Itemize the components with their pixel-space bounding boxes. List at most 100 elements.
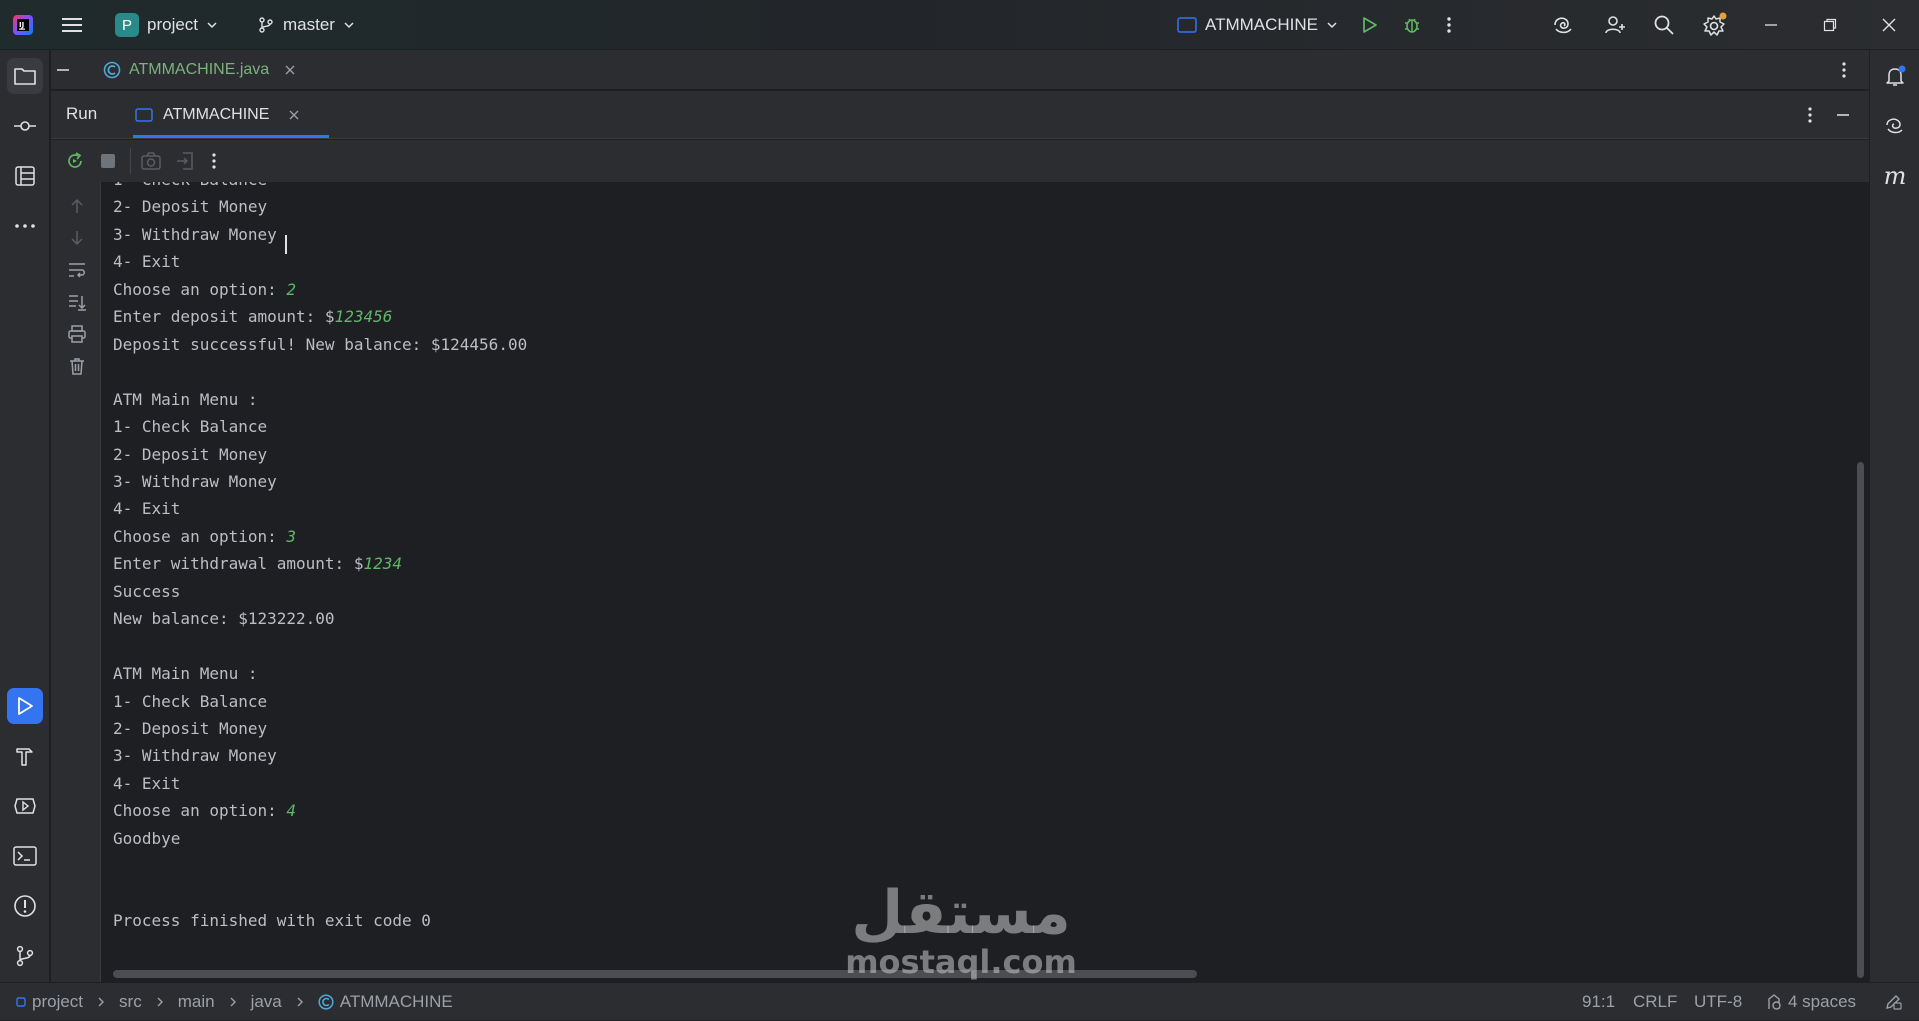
notifications-bell-icon[interactable] — [1877, 58, 1913, 94]
run-panel-header: Run ATMMACHINE — [51, 91, 1869, 139]
caret-position[interactable]: 91:1 — [1582, 983, 1615, 1021]
ai-assistant-icon[interactable] — [1551, 0, 1575, 50]
commit-icon[interactable] — [7, 108, 43, 144]
up-arrow-icon[interactable] — [67, 196, 87, 216]
right-tool-strip: m — [1869, 50, 1919, 982]
more-actions-icon[interactable] — [1446, 0, 1452, 50]
console-user-input: 1234 — [363, 554, 402, 574]
run-button[interactable] — [1359, 0, 1379, 50]
file-encoding[interactable]: UTF-8 — [1694, 983, 1742, 1021]
console-line-text: Deposit successful! New balance: $124456… — [113, 334, 528, 354]
project-name: project — [147, 15, 199, 34]
console-line-text: Choose an option: — [113, 526, 287, 546]
run-toolbar — [51, 140, 1869, 182]
more-tools-icon[interactable] — [7, 208, 43, 244]
project-folder-icon[interactable] — [7, 58, 43, 94]
console-line-text: ATM Main Menu : — [113, 389, 258, 409]
problems-icon[interactable] — [7, 888, 43, 924]
run-tool-icon[interactable] — [7, 688, 43, 724]
run-config-name: ATMMACHINE — [1205, 15, 1319, 34]
console-line: Choose an option: 2 — [113, 276, 296, 303]
console-line-text: 3- Withdraw Money — [113, 746, 277, 766]
run-tab-atmmachine[interactable]: ATMMACHINE — [133, 91, 329, 138]
application-config-icon — [135, 107, 153, 122]
console-line-text: 2- Deposit Money — [113, 197, 268, 217]
clear-trash-icon[interactable] — [67, 356, 87, 376]
console-line: 1- Check Balance — [113, 688, 267, 715]
print-icon[interactable] — [67, 324, 87, 344]
indent-label: 4 spaces — [1788, 992, 1857, 1011]
console-line-text: 1- Check Balance — [113, 691, 268, 711]
chevron-right-icon — [97, 996, 105, 1008]
branch-selector[interactable]: master — [257, 0, 355, 50]
add-user-icon[interactable] — [1603, 0, 1627, 50]
console-line: Deposit successful! New balance: $124456… — [113, 331, 527, 358]
console-user-input: 3 — [286, 526, 297, 546]
indent-setting[interactable]: 4 spaces — [1766, 983, 1856, 1021]
toolbar-more-icon[interactable] — [211, 151, 217, 171]
services-icon[interactable] — [7, 788, 43, 824]
app-logo-icon[interactable]: IJ — [12, 0, 34, 50]
editor-tabs-more-icon[interactable] — [1841, 60, 1847, 80]
chevron-right-icon — [156, 996, 164, 1008]
maven-icon[interactable]: m — [1877, 158, 1913, 194]
breadcrumb-item[interactable]: main — [178, 992, 215, 1012]
rerun-icon[interactable] — [65, 151, 85, 171]
console-output[interactable]: 1- Check Balance 2- Deposit Money 3- Withd… — [101, 182, 1869, 982]
terminal-icon[interactable] — [7, 838, 43, 874]
stop-icon[interactable] — [101, 154, 115, 168]
console-line-text: 1- Check Balance — [113, 182, 267, 189]
vertical-scrollbar-thumb[interactable] — [1857, 462, 1864, 978]
ai-chat-icon[interactable] — [1877, 108, 1913, 144]
line-separator[interactable]: CRLF — [1633, 983, 1677, 1021]
hide-panel-icon[interactable] — [55, 62, 71, 78]
console-user-input: 4 — [286, 801, 297, 821]
console-line: Enter deposit amount: $123456 — [113, 303, 392, 330]
exit-icon[interactable] — [175, 151, 195, 171]
console-line: Choose an option: 3 — [113, 523, 296, 550]
version-control-icon[interactable] — [7, 938, 43, 974]
structure-icon[interactable] — [7, 158, 43, 194]
minimize-window-icon[interactable] — [1764, 0, 1778, 50]
breadcrumb-item[interactable]: ATMMACHINE — [340, 992, 453, 1012]
toolbar-divider — [130, 148, 131, 174]
run-panel-options-icon[interactable] — [1807, 105, 1813, 125]
project-selector[interactable]: P project — [115, 0, 218, 50]
console-line: 3- Withdraw Money — [113, 742, 277, 769]
minimize-panel-icon[interactable] — [1835, 107, 1851, 123]
breadcrumb-item[interactable]: src — [119, 992, 142, 1012]
main-menu-icon[interactable] — [61, 0, 83, 50]
screenshot-camera-icon[interactable] — [140, 151, 162, 171]
status-bar: project src main java ATMMACHINE 91:1 CR… — [0, 982, 1919, 1020]
restore-window-icon[interactable] — [1823, 0, 1837, 50]
left-tool-strip — [0, 50, 50, 982]
breadcrumb-item[interactable]: java — [251, 992, 282, 1012]
console-line-text: 4- Exit — [113, 499, 181, 519]
lock-edit-icon[interactable] — [1884, 983, 1902, 1021]
console-line-text: Process finished with exit code 0 — [113, 911, 431, 931]
close-window-icon[interactable] — [1882, 0, 1896, 50]
editor-tab-label: ATMMACHINE.java — [129, 61, 270, 78]
close-tab-icon[interactable] — [289, 110, 299, 120]
editor-tab-bar: ATMMACHINE.java — [51, 50, 1869, 90]
search-icon[interactable] — [1653, 0, 1675, 50]
chevron-down-icon — [206, 19, 218, 31]
breadcrumb-item[interactable]: project — [32, 992, 83, 1012]
git-branch-icon — [257, 16, 275, 34]
watermark-latin: mostaql.com — [845, 943, 1077, 981]
run-config-selector[interactable]: ATMMACHINE — [1177, 0, 1338, 50]
settings-gear-icon[interactable] — [1702, 0, 1728, 50]
editor-tab-atmmachine[interactable]: ATMMACHINE.java — [103, 50, 295, 90]
text-cursor — [285, 235, 287, 254]
console-line-text: 4- Exit — [113, 773, 181, 793]
down-arrow-icon[interactable] — [67, 228, 87, 248]
console-line: Success — [113, 578, 180, 605]
debug-button[interactable] — [1402, 0, 1422, 50]
scroll-to-end-icon[interactable] — [67, 292, 87, 312]
soft-wrap-icon[interactable] — [67, 260, 87, 280]
console-line-text: Success — [113, 581, 181, 601]
console-line: ATM Main Menu : — [113, 386, 258, 413]
close-tab-icon[interactable] — [285, 65, 295, 75]
build-hammer-icon[interactable] — [7, 738, 43, 774]
chevron-down-icon — [1326, 19, 1338, 31]
